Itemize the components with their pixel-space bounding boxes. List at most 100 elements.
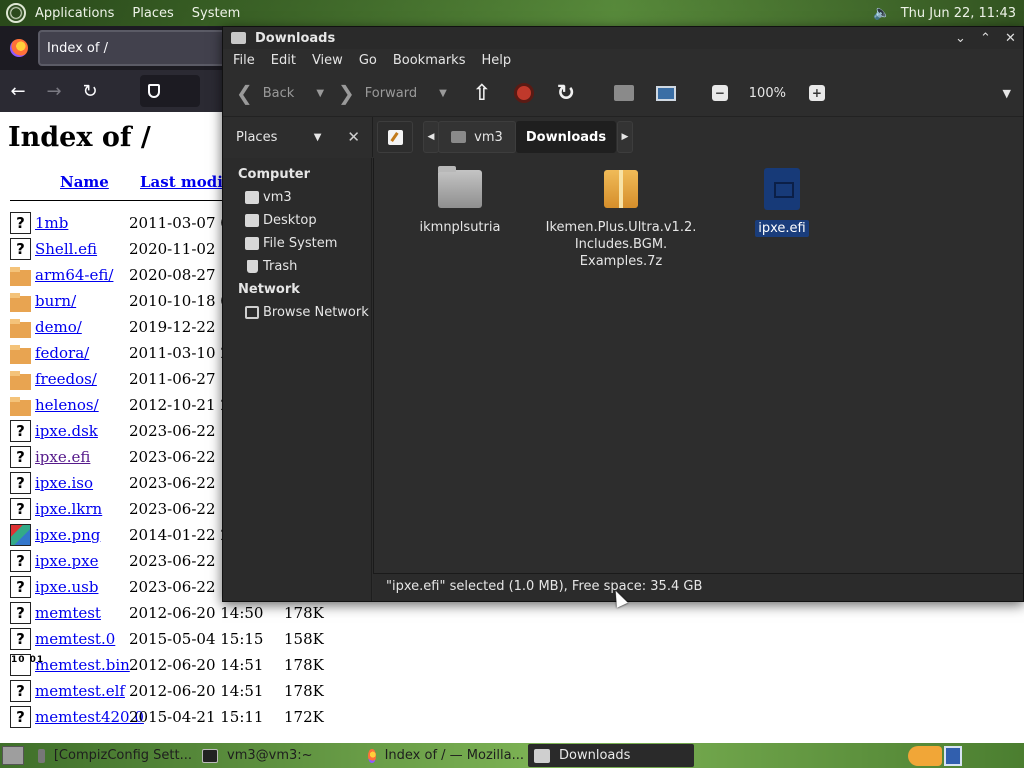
close-sidebar-icon[interactable]: ✕ bbox=[347, 128, 360, 146]
top-panel: Applications Places System 🔈 Thu Jun 22,… bbox=[0, 0, 1024, 26]
folder-icon bbox=[231, 32, 246, 44]
toolbar-overflow-icon[interactable]: ▼ bbox=[1003, 87, 1011, 100]
unknown-file-icon: ? bbox=[10, 472, 31, 494]
file-view[interactable]: ikmnplsutria Ikemen.Plus.Ultra.v1.2. Inc… bbox=[373, 158, 1023, 573]
fish-applet-icon[interactable] bbox=[908, 745, 942, 766]
sidebar-item-browse-network[interactable]: Browse Network bbox=[223, 301, 371, 324]
path-scroll-right-button[interactable]: ▶ bbox=[617, 121, 633, 153]
sidebar-item-trash[interactable]: Trash bbox=[223, 255, 371, 278]
computer-button[interactable] bbox=[655, 82, 677, 104]
file-link[interactable]: memtest.elf bbox=[35, 682, 129, 700]
back-arrow-icon[interactable]: ← bbox=[0, 81, 36, 102]
table-row: ? memtest.0 2015-05-04 15:15 158K bbox=[10, 626, 324, 652]
minimize-button[interactable]: ⌄ bbox=[948, 31, 973, 46]
browser-tab-title: Index of / bbox=[47, 40, 108, 56]
close-button[interactable]: ✕ bbox=[998, 31, 1023, 46]
file-manager-window: Downloads ⌄ ⌃ ✕ File Edit View Go Bookma… bbox=[222, 26, 1024, 602]
menu-bookmarks[interactable]: Bookmarks bbox=[385, 53, 474, 68]
forward-button[interactable]: ❯ Forward ▼ bbox=[338, 81, 461, 105]
menu-file[interactable]: File bbox=[225, 53, 263, 68]
file-link[interactable]: ipxe.iso bbox=[35, 474, 129, 492]
clock[interactable]: Thu Jun 22, 11:43 bbox=[901, 6, 1016, 21]
forward-history-dropdown-icon[interactable]: ▼ bbox=[439, 88, 447, 99]
binary-file-icon: 10 01 bbox=[10, 654, 43, 676]
file-link[interactable]: burn/ bbox=[35, 292, 129, 310]
menu-edit[interactable]: Edit bbox=[263, 53, 304, 68]
volume-icon[interactable]: 🔈 bbox=[873, 5, 890, 21]
maximize-button[interactable]: ⌃ bbox=[973, 31, 998, 46]
file-link[interactable]: ipxe.pxe bbox=[35, 552, 129, 570]
file-link[interactable]: freedos/ bbox=[35, 370, 129, 388]
task-downloads[interactable]: Downloads bbox=[528, 744, 694, 767]
file-link[interactable]: memtest420.0 bbox=[35, 708, 144, 726]
file-link[interactable]: demo/ bbox=[35, 318, 129, 336]
url-bar[interactable] bbox=[140, 75, 200, 107]
file-item-label-line3: Examples.7z bbox=[579, 254, 663, 269]
distro-logo-icon[interactable] bbox=[6, 3, 26, 23]
file-link[interactable]: ipxe.efi bbox=[35, 448, 129, 466]
workspace-switcher[interactable] bbox=[944, 745, 962, 766]
back-button[interactable]: ❮ Back ▼ bbox=[236, 81, 338, 105]
shield-icon[interactable] bbox=[148, 84, 160, 98]
file-link[interactable]: ipxe.usb bbox=[35, 578, 129, 596]
file-item-selected[interactable]: ipxe.efi bbox=[742, 158, 822, 237]
sidebar-item-desktop[interactable]: Desktop bbox=[223, 209, 371, 232]
system-menu[interactable]: System bbox=[183, 6, 249, 21]
file-link[interactable]: Shell.efi bbox=[35, 240, 129, 258]
task-compizconfig[interactable]: [CompizConfig Sett... bbox=[32, 744, 192, 767]
back-arrow-icon: ❮ bbox=[236, 81, 253, 105]
file-link[interactable]: arm64-efi/ bbox=[35, 266, 129, 284]
window-titlebar[interactable]: Downloads ⌄ ⌃ ✕ bbox=[223, 27, 1023, 49]
file-item-folder[interactable]: ikmnplsutria bbox=[410, 158, 510, 236]
path-button-home[interactable]: vm3 bbox=[438, 121, 516, 153]
applications-menu[interactable]: Applications bbox=[26, 6, 123, 21]
zoom-out-button[interactable]: − bbox=[709, 82, 731, 104]
file-link[interactable]: memtest.0 bbox=[35, 630, 129, 648]
file-link[interactable]: ipxe.lkrn bbox=[35, 500, 129, 518]
back-history-dropdown-icon[interactable]: ▼ bbox=[316, 88, 324, 99]
file-date: 2012-06-20 14:51 bbox=[129, 682, 264, 700]
stop-button[interactable] bbox=[513, 82, 535, 104]
name-column-header[interactable]: Name bbox=[60, 173, 109, 191]
home-folder-icon bbox=[451, 131, 467, 143]
home-button[interactable] bbox=[613, 82, 635, 104]
reload-icon[interactable]: ↻ bbox=[72, 81, 108, 102]
folder-icon bbox=[438, 166, 482, 208]
show-desktop-button[interactable] bbox=[2, 746, 24, 765]
menu-help[interactable]: Help bbox=[473, 53, 519, 68]
folder-icon bbox=[10, 290, 31, 312]
path-scroll-left-button[interactable]: ◀ bbox=[423, 121, 439, 153]
unknown-file-icon: ? bbox=[10, 602, 31, 624]
chevron-down-icon[interactable]: ▼ bbox=[314, 132, 322, 143]
firefox-icon[interactable] bbox=[10, 39, 28, 57]
task-terminal[interactable]: vm3@vm3:~ bbox=[196, 744, 358, 767]
up-button[interactable]: ⇧ bbox=[471, 81, 493, 106]
file-link[interactable]: ipxe.png bbox=[35, 526, 129, 544]
sidebar-item-label: Trash bbox=[263, 259, 298, 274]
sidebar-item-file-system[interactable]: File System bbox=[223, 232, 371, 255]
path-button-current[interactable]: Downloads bbox=[516, 121, 616, 153]
sidebar-item-label: File System bbox=[263, 236, 338, 251]
menu-view[interactable]: View bbox=[304, 53, 351, 68]
task-label: Index of / — Mozilla... bbox=[384, 748, 524, 763]
menubar: File Edit View Go Bookmarks Help bbox=[223, 49, 1023, 71]
sidebar-selector[interactable]: Places ▼ ✕ bbox=[223, 117, 373, 157]
file-link[interactable]: ipxe.dsk bbox=[35, 422, 129, 440]
file-link[interactable]: memtest bbox=[35, 604, 129, 622]
file-item-archive[interactable]: Ikemen.Plus.Ultra.v1.2. Includes.BGM. Ex… bbox=[546, 158, 696, 270]
reload-button[interactable]: ↻ bbox=[555, 81, 577, 106]
forward-arrow-icon[interactable]: → bbox=[36, 81, 72, 102]
task-firefox[interactable]: Index of / — Mozilla... bbox=[362, 744, 524, 767]
file-link[interactable]: helenos/ bbox=[35, 396, 129, 414]
places-menu[interactable]: Places bbox=[123, 6, 182, 21]
home-folder-icon bbox=[613, 85, 634, 101]
toggle-location-entry-button[interactable] bbox=[377, 121, 413, 153]
menu-go[interactable]: Go bbox=[351, 53, 385, 68]
sidebar-item-home[interactable]: vm3 bbox=[223, 186, 371, 209]
browser-tab[interactable]: Index of / bbox=[38, 30, 233, 66]
file-link[interactable]: 1mb bbox=[35, 214, 129, 232]
file-link[interactable]: fedora/ bbox=[35, 344, 129, 362]
drive-icon bbox=[245, 237, 259, 250]
file-link[interactable]: memtest.bin bbox=[35, 656, 130, 674]
zoom-in-button[interactable]: + bbox=[806, 82, 828, 104]
